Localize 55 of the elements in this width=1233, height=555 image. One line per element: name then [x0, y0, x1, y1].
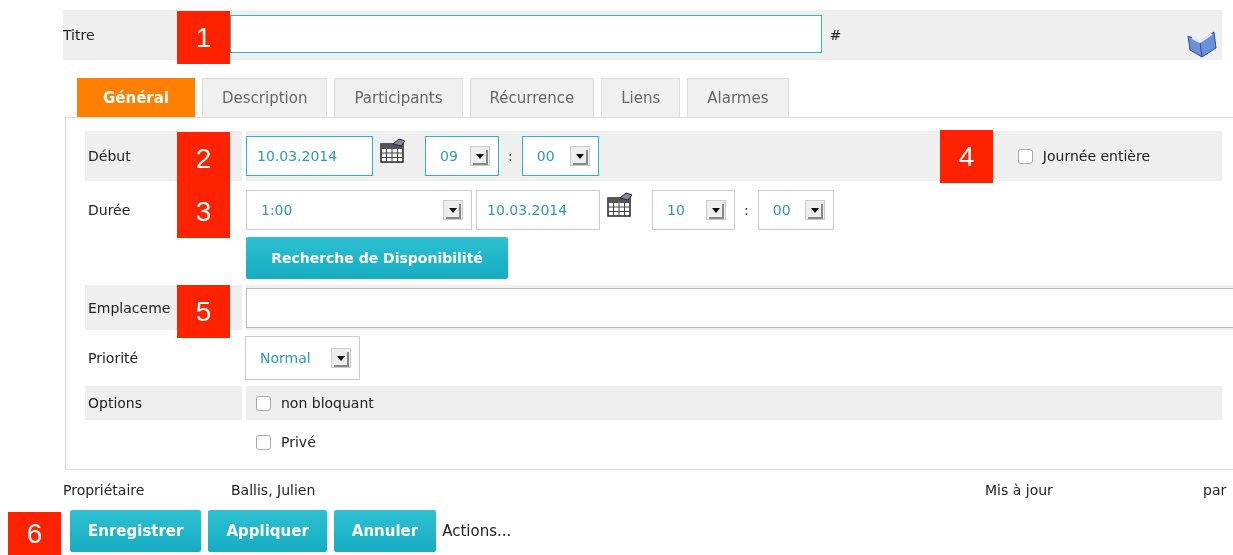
- checkbox-label: Journée entière: [1042, 148, 1150, 164]
- callout-number: 6: [8, 512, 61, 555]
- by-label: par: [1203, 482, 1227, 498]
- dropdown-arrow-icon: [569, 146, 590, 166]
- field-label: Début: [88, 148, 131, 164]
- owner-name: Ballis, Julien: [231, 482, 316, 498]
- field-label: Emplaceme: [88, 299, 171, 316]
- book-icon[interactable]: [1184, 28, 1218, 58]
- field-label: Priorité: [88, 350, 139, 366]
- action-button[interactable]: Enregistrer: [70, 510, 202, 552]
- dropdown-arrow-icon: [470, 146, 490, 166]
- action-button[interactable]: Annuler: [333, 510, 437, 552]
- checkbox[interactable]: [1017, 148, 1033, 164]
- checkbox[interactable]: [256, 434, 271, 450]
- callout-number: 2: [177, 132, 230, 185]
- dropdown-arrow-icon: [804, 200, 825, 220]
- owner-label: Propriétaire: [63, 482, 145, 498]
- priority-dropdown[interactable]: Normal: [245, 336, 360, 380]
- field-label: Options: [88, 395, 143, 411]
- time-separator: :: [744, 202, 749, 218]
- date-field[interactable]: 10.03.2014: [476, 190, 600, 230]
- title-input[interactable]: [229, 15, 822, 53]
- dropdown-arrow-icon: [331, 348, 351, 368]
- minute-dropdown[interactable]: 00: [757, 190, 834, 230]
- availability-button[interactable]: Recherche de Disponibilité: [246, 237, 508, 279]
- action-button[interactable]: Appliquer: [208, 510, 327, 552]
- calendar-icon[interactable]: [379, 138, 407, 164]
- tab[interactable]: Liens: [601, 78, 681, 117]
- hash-label: #: [829, 27, 842, 43]
- duration-dropdown[interactable]: 1:00: [246, 190, 472, 230]
- location-input[interactable]: [246, 287, 1233, 328]
- callout-number: 3: [177, 185, 230, 238]
- tab[interactable]: Alarmes: [687, 78, 789, 117]
- calendar-icon[interactable]: [606, 192, 634, 218]
- callout-number: 5: [177, 285, 230, 338]
- callout-number: 1: [177, 11, 230, 64]
- tab[interactable]: Récurrence: [469, 78, 595, 117]
- dropdown-arrow-icon: [706, 200, 726, 220]
- time-separator: :: [508, 148, 513, 164]
- dropdown-arrow-icon: [443, 200, 463, 220]
- callout-number: 4: [940, 130, 993, 183]
- checkbox-label: Privé: [281, 434, 316, 450]
- field-label: Durée: [88, 202, 131, 218]
- updated-label: Mis à jour: [985, 482, 1053, 498]
- minute-dropdown[interactable]: 00: [521, 136, 599, 176]
- checkbox[interactable]: [256, 395, 271, 411]
- checkbox-label: non bloquant: [281, 395, 374, 411]
- tab[interactable]: Participants: [334, 78, 463, 117]
- title-label: Titre: [63, 27, 95, 43]
- tab[interactable]: Description: [202, 78, 328, 117]
- hour-dropdown[interactable]: 09: [425, 136, 499, 176]
- actions-menu[interactable]: Actions...: [442, 522, 512, 540]
- tab[interactable]: Général: [77, 78, 195, 117]
- hour-dropdown[interactable]: 10: [652, 190, 735, 230]
- date-field[interactable]: 10.03.2014: [246, 136, 373, 176]
